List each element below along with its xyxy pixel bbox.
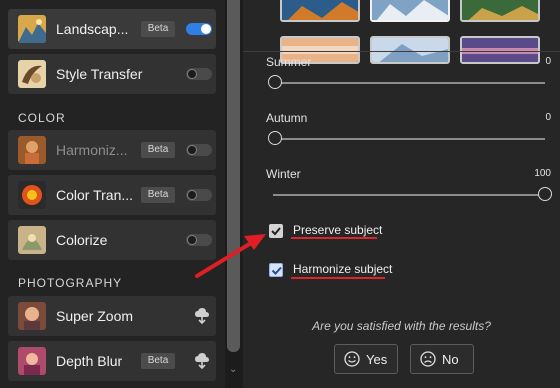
- preserve-subject-label: Preserve subject: [293, 223, 383, 237]
- preserve-subject-checkbox[interactable]: [269, 224, 283, 238]
- beta-badge: Beta: [141, 142, 175, 158]
- filter-toggle[interactable]: [186, 189, 212, 201]
- filter-settings-panel: Summer 0 Autumn 0 Winter 100 Preserve su…: [243, 0, 560, 388]
- frown-icon: [420, 351, 436, 367]
- scrollbar-thumb[interactable]: [227, 0, 240, 352]
- autumn-slider-value: 0: [545, 112, 551, 123]
- winter-slider-track[interactable]: [273, 194, 545, 196]
- beta-badge: Beta: [141, 353, 175, 369]
- annotation-underline: [291, 237, 377, 239]
- yes-label: Yes: [366, 352, 388, 367]
- harmonize-subject-label: Harmonize subject: [293, 262, 393, 276]
- section-header-color: COLOR: [18, 111, 66, 125]
- filter-toggle[interactable]: [186, 68, 212, 80]
- filter-label: Style Transfer: [56, 66, 143, 82]
- autumn-slider-track[interactable]: [273, 138, 545, 140]
- preset-thumbnail[interactable]: [280, 0, 360, 22]
- filter-label: Depth Blur: [56, 353, 123, 369]
- winter-slider-label: Winter: [266, 167, 301, 181]
- super-zoom-thumbnail: [18, 302, 46, 330]
- color-transfer-thumbnail: [18, 181, 46, 209]
- section-divider: [243, 51, 560, 52]
- filter-toggle[interactable]: [186, 144, 212, 156]
- filter-toggle[interactable]: [186, 23, 212, 35]
- cloud-download-icon[interactable]: [194, 307, 210, 325]
- colorize-thumbnail: [18, 226, 46, 254]
- annotation-underline: [291, 277, 385, 279]
- landscape-thumbnail: [18, 15, 46, 43]
- panel-scrollbar[interactable]: ⌄: [225, 0, 243, 388]
- filter-label: Colorize: [56, 232, 108, 248]
- winter-slider-value: 100: [534, 168, 551, 179]
- feedback-question: Are you satisfied with the results?: [312, 319, 491, 333]
- winter-slider-handle[interactable]: [538, 187, 552, 201]
- filter-landscape-mixer[interactable]: Landscap... Beta: [8, 9, 216, 49]
- filter-colorize[interactable]: Colorize: [8, 220, 216, 260]
- summer-slider-value: 0: [545, 56, 551, 67]
- style-transfer-thumbnail: [18, 60, 46, 88]
- filter-harmonization[interactable]: Harmoniz... Beta: [8, 130, 216, 170]
- filter-label: Super Zoom: [56, 308, 134, 324]
- filter-style-transfer[interactable]: Style Transfer: [8, 54, 216, 94]
- autumn-slider-handle[interactable]: [268, 131, 282, 145]
- cloud-download-icon[interactable]: [194, 352, 210, 370]
- beta-badge: Beta: [141, 187, 175, 203]
- summer-slider-track[interactable]: [273, 82, 545, 84]
- beta-badge: Beta: [141, 21, 175, 37]
- filters-panel: Landscap... Beta Style Transfer COLOR Ha…: [0, 0, 225, 388]
- preset-thumbnail-selected[interactable]: [370, 0, 450, 22]
- no-label: No: [442, 352, 459, 367]
- filter-label: Harmoniz...: [56, 142, 128, 158]
- filter-label: Color Tran...: [56, 187, 134, 203]
- no-button[interactable]: No: [410, 344, 474, 374]
- preset-thumbnail[interactable]: [460, 36, 540, 64]
- summer-slider-label: Summer: [266, 55, 312, 69]
- summer-slider-handle[interactable]: [268, 75, 282, 89]
- smile-icon: [344, 351, 360, 367]
- depth-blur-thumbnail: [18, 347, 46, 375]
- chevron-down-icon[interactable]: ⌄: [229, 364, 237, 375]
- preset-thumbnail[interactable]: [370, 36, 450, 64]
- section-header-photography: PHOTOGRAPHY: [18, 276, 123, 290]
- preset-thumbnail[interactable]: [460, 0, 540, 22]
- harmonization-thumbnail: [18, 136, 46, 164]
- filter-toggle[interactable]: [186, 234, 212, 246]
- filter-depth-blur[interactable]: Depth Blur Beta: [8, 341, 216, 381]
- yes-button[interactable]: Yes: [334, 344, 398, 374]
- filter-label: Landscap...: [56, 21, 129, 37]
- filter-color-transfer[interactable]: Color Tran... Beta: [8, 175, 216, 215]
- autumn-slider-label: Autumn: [266, 111, 308, 125]
- harmonize-subject-checkbox[interactable]: [269, 263, 283, 277]
- filter-super-zoom[interactable]: Super Zoom: [8, 296, 216, 336]
